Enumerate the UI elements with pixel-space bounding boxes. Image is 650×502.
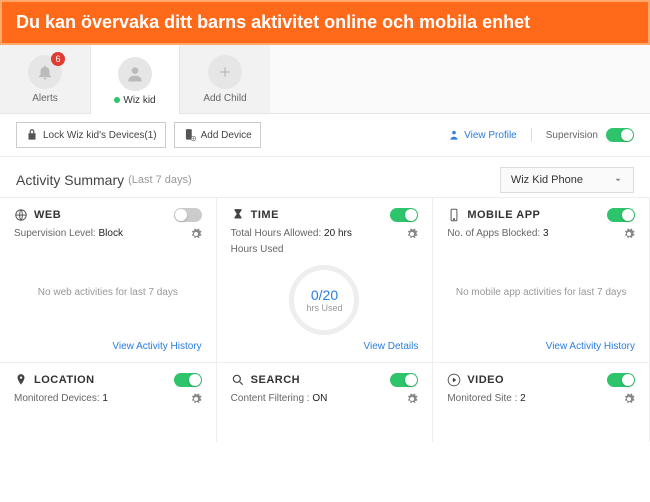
card-time: TIME Total Hours Allowed: 20 hrs Hours U… bbox=[217, 197, 434, 362]
tab-add-child[interactable]: Add Child bbox=[180, 45, 270, 113]
time-footer-link[interactable]: View Details bbox=[231, 341, 419, 352]
web-footer-link[interactable]: View Activity History bbox=[14, 341, 202, 352]
toolbar: Lock Wiz kid's Devices(1) Add Device Vie… bbox=[0, 114, 650, 157]
location-sub: Monitored Devices: 1 bbox=[14, 393, 202, 405]
online-status-icon bbox=[114, 97, 120, 103]
mobile-footer-link[interactable]: View Activity History bbox=[447, 341, 635, 352]
phone-icon bbox=[447, 208, 461, 222]
tabs: 6 Alerts Wiz kid Add Child bbox=[0, 45, 650, 114]
chevron-down-icon bbox=[613, 175, 623, 185]
web-empty: No web activities for last 7 days bbox=[14, 264, 202, 321]
time-sub: Total Hours Allowed: 20 hrs bbox=[231, 228, 419, 240]
pin-icon bbox=[14, 373, 28, 387]
time-sub2: Hours Used bbox=[231, 244, 419, 255]
device-select[interactable]: Wiz Kid Phone bbox=[500, 167, 634, 193]
gear-icon[interactable] bbox=[623, 393, 635, 405]
card-time-title: TIME bbox=[251, 209, 385, 221]
video-toggle[interactable] bbox=[607, 373, 635, 387]
mobile-toggle[interactable] bbox=[607, 208, 635, 222]
mobile-sub: No. of Apps Blocked: 3 bbox=[447, 228, 635, 240]
gear-icon[interactable] bbox=[190, 393, 202, 405]
summary-sub: (Last 7 days) bbox=[128, 174, 192, 186]
play-icon bbox=[447, 373, 461, 387]
gear-icon[interactable] bbox=[190, 228, 202, 240]
globe-icon bbox=[14, 208, 28, 222]
location-toggle[interactable] bbox=[174, 373, 202, 387]
card-search-title: SEARCH bbox=[251, 374, 385, 386]
add-device-button[interactable]: Add Device bbox=[174, 122, 261, 148]
card-location-title: LOCATION bbox=[34, 374, 168, 386]
alerts-badge: 6 bbox=[51, 52, 65, 66]
card-mobile-title: MOBILE APP bbox=[467, 209, 601, 221]
cards-grid: WEB Supervision Level: Block No web acti… bbox=[0, 197, 650, 442]
avatar-icon bbox=[118, 57, 152, 91]
bell-icon: 6 bbox=[28, 55, 62, 89]
gauge-label: hrs Used bbox=[306, 303, 342, 313]
gauge-value: 0/20 bbox=[311, 287, 338, 303]
card-video: VIDEO Monitored Site : 2 bbox=[433, 362, 650, 442]
tab-child-label: Wiz kid bbox=[91, 95, 179, 106]
supervision-toggle[interactable] bbox=[606, 128, 634, 142]
lock-devices-button[interactable]: Lock Wiz kid's Devices(1) bbox=[16, 122, 166, 148]
mobile-empty: No mobile app activities for last 7 days bbox=[447, 264, 635, 321]
search-sub: Content Filtering : ON bbox=[231, 393, 419, 405]
time-toggle[interactable] bbox=[390, 208, 418, 222]
summary-header: Activity Summary (Last 7 days) Wiz Kid P… bbox=[0, 157, 650, 197]
tab-alerts[interactable]: 6 Alerts bbox=[0, 45, 90, 113]
card-location: LOCATION Monitored Devices: 1 bbox=[0, 362, 217, 442]
tab-add-label: Add Child bbox=[180, 93, 270, 104]
card-web-title: WEB bbox=[34, 209, 168, 221]
search-icon bbox=[231, 373, 245, 387]
card-web: WEB Supervision Level: Block No web acti… bbox=[0, 197, 217, 362]
video-sub: Monitored Site : 2 bbox=[447, 393, 635, 405]
card-search: SEARCH Content Filtering : ON bbox=[217, 362, 434, 442]
card-video-title: VIDEO bbox=[467, 374, 601, 386]
gear-icon[interactable] bbox=[406, 393, 418, 405]
web-toggle[interactable] bbox=[174, 208, 202, 222]
time-gauge: 0/20 hrs Used bbox=[289, 265, 359, 335]
card-mobile: MOBILE APP No. of Apps Blocked: 3 No mob… bbox=[433, 197, 650, 362]
view-profile-link[interactable]: View Profile bbox=[447, 128, 517, 142]
hourglass-icon bbox=[231, 208, 245, 222]
search-toggle[interactable] bbox=[390, 373, 418, 387]
banner: Du kan övervaka ditt barns aktivitet onl… bbox=[0, 0, 650, 45]
web-sub: Supervision Level: Block bbox=[14, 228, 202, 240]
summary-title: Activity Summary bbox=[16, 172, 124, 188]
tab-alerts-label: Alerts bbox=[0, 93, 90, 104]
tab-child[interactable]: Wiz kid bbox=[90, 45, 180, 114]
banner-text: Du kan övervaka ditt barns aktivitet onl… bbox=[16, 12, 530, 32]
gear-icon[interactable] bbox=[406, 228, 418, 240]
user-icon bbox=[447, 128, 461, 142]
supervision-label: Supervision bbox=[546, 130, 598, 141]
device-plus-icon bbox=[183, 128, 197, 142]
lock-icon bbox=[25, 128, 39, 142]
gear-icon[interactable] bbox=[623, 228, 635, 240]
plus-icon bbox=[208, 55, 242, 89]
